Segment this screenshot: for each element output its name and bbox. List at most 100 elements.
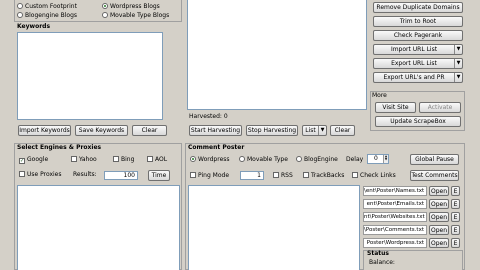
comments-file-path: \Poster\Comments.txt — [363, 225, 427, 235]
wordpress-file-path: Poster\Wordpress.txt — [363, 238, 427, 248]
checkmark-icon: ✓ — [19, 158, 25, 164]
checkbox-use-proxies[interactable]: Use Proxies — [19, 171, 62, 179]
radio-icon — [296, 156, 302, 162]
time-button[interactable]: Time — [148, 170, 170, 181]
checkbox-icon — [113, 156, 119, 162]
radio-icon — [102, 12, 108, 18]
yahoo-label: Yahoo — [79, 156, 97, 163]
open-comments-button[interactable]: Open — [429, 225, 449, 235]
edit-wordpress-button[interactable]: E — [451, 238, 460, 248]
rss-label: RSS — [281, 172, 293, 179]
update-scrapebox-button[interactable]: Update ScrapeBox — [375, 116, 461, 127]
radio-wordpress-blogs[interactable]: Wordpress Blogs — [102, 3, 160, 11]
save-keywords-button[interactable]: Save Keywords — [75, 125, 128, 136]
open-wordpress-button[interactable]: Open — [429, 238, 449, 248]
check-pagerank-button[interactable]: Check Pagerank — [373, 30, 463, 41]
edit-names-button[interactable]: E — [451, 186, 460, 196]
wordpress-label: Wordpress — [198, 156, 230, 163]
checkbox-icon — [352, 172, 358, 178]
checkbox-aol[interactable]: AOL — [147, 156, 167, 164]
radio-movable-type[interactable]: Movable Type — [239, 156, 288, 164]
ping-input[interactable]: 1 — [240, 171, 264, 180]
trim-to-root-button[interactable]: Trim to Root — [373, 16, 463, 27]
poster-output-list[interactable] — [188, 185, 360, 270]
trackbacks-label: TrackBacks — [311, 172, 345, 179]
balance-label: Balance: — [369, 259, 395, 266]
radio-icon — [190, 156, 196, 162]
checkbox-icon — [273, 172, 279, 178]
results-label: Results: — [73, 171, 97, 178]
list-label: List — [305, 127, 316, 134]
export-urls-pr-label: Export URL's and PR — [383, 74, 445, 81]
checkbox-google[interactable]: ✓ Google — [19, 156, 48, 164]
blogengine-label: BlogEngine — [304, 156, 338, 163]
google-label: Google — [27, 156, 49, 163]
dropdown-arrow-icon: ▼ — [454, 45, 462, 54]
status-label: Status — [367, 250, 389, 257]
radio-blogengine[interactable]: BlogEngine — [296, 156, 338, 164]
delay-spinner[interactable]: 0 ▲ ▼ — [367, 154, 389, 164]
keywords-textarea[interactable] — [17, 32, 163, 120]
test-comments-button[interactable]: Test Comments — [410, 170, 459, 181]
export-url-list-button[interactable]: ▼ Export URL List — [373, 58, 463, 69]
websites-file-path: nt\Poster\Websites.txt — [363, 212, 427, 222]
export-urls-pr-button[interactable]: ▼ Export URL's and PR — [373, 72, 463, 83]
checkbox-icon — [71, 156, 77, 162]
blogengine-blogs-label: Blogengine Blogs — [25, 12, 78, 19]
radio-movable-type-blogs[interactable]: Movable Type Blogs — [102, 12, 169, 20]
open-emails-button[interactable]: Open — [429, 199, 449, 209]
harvested-status: Harvested: 0 — [189, 113, 228, 121]
use-proxies-label: Use Proxies — [27, 171, 62, 178]
radio-blogengine-blogs[interactable]: Blogengine Blogs — [17, 12, 77, 20]
movable-type-blogs-label: Movable Type Blogs — [110, 12, 170, 19]
checkbox-icon — [303, 172, 309, 178]
dropdown-arrow-icon: ▼ — [318, 126, 326, 135]
checkbox-rss[interactable]: RSS — [273, 172, 293, 180]
edit-comments-button[interactable]: E — [451, 225, 460, 235]
keywords-label: Keywords — [17, 23, 51, 30]
remove-duplicate-domains-button[interactable]: Remove Duplicate Domains — [373, 2, 463, 13]
bing-label: Bing — [121, 156, 135, 163]
open-websites-button[interactable]: Open — [429, 212, 449, 222]
import-keywords-button[interactable]: Import Keywords — [18, 125, 71, 136]
radio-icon — [102, 3, 108, 9]
check-links-label: Check Links — [360, 172, 396, 179]
checkbox-trackbacks[interactable]: TrackBacks — [303, 172, 344, 180]
spinner-arrows-icon[interactable]: ▲ ▼ — [383, 155, 388, 163]
names-file-path: \ent\Poster\Names.txt — [363, 186, 427, 196]
radio-wordpress[interactable]: Wordpress — [190, 156, 230, 164]
results-input[interactable]: 100 — [104, 171, 138, 180]
dropdown-arrow-icon: ▼ — [454, 59, 462, 68]
harvested-count: 0 — [223, 113, 228, 120]
open-names-button[interactable]: Open — [429, 186, 449, 196]
edit-emails-button[interactable]: E — [451, 199, 460, 209]
checkbox-icon — [190, 172, 196, 178]
harvested-label: Harvested: — [189, 113, 222, 120]
delay-value: 0 — [374, 155, 378, 162]
radio-custom-footprint[interactable]: Custom Footprint — [17, 3, 77, 11]
start-harvesting-button[interactable]: Start Harvesting — [189, 125, 242, 136]
export-url-list-label: Export URL List — [391, 60, 437, 67]
global-pause-button[interactable]: Global Pause — [410, 154, 459, 165]
checkbox-ping-mode[interactable]: Ping Mode — [190, 172, 229, 180]
engines-title: Select Engines & Proxies — [17, 144, 102, 151]
checkbox-icon — [147, 156, 153, 162]
harvested-urls-list[interactable] — [187, 0, 367, 110]
radio-icon — [17, 12, 23, 18]
stop-harvesting-button[interactable]: Stop Harvesting — [246, 125, 298, 136]
edit-websites-button[interactable]: E — [451, 212, 460, 222]
activate-button: Activate — [419, 102, 461, 113]
movable-type-label: Movable Type — [247, 156, 288, 163]
list-dropdown-button[interactable]: ▼ List — [302, 125, 327, 136]
checkbox-bing[interactable]: Bing — [113, 156, 134, 164]
visit-site-button[interactable]: Visit Site — [375, 102, 416, 113]
clear-harvester-button[interactable]: Clear — [330, 125, 355, 136]
dropdown-arrow-icon: ▼ — [454, 73, 462, 82]
import-url-list-button[interactable]: ▼ Import URL List — [373, 44, 463, 55]
checkbox-yahoo[interactable]: Yahoo — [71, 156, 97, 164]
checkbox-check-links[interactable]: Check Links — [352, 172, 396, 180]
emails-file-path: ent\Poster\Emails.txt — [363, 199, 427, 209]
proxies-list[interactable] — [17, 185, 180, 270]
ping-mode-label: Ping Mode — [198, 172, 230, 179]
clear-keywords-button[interactable]: Clear — [132, 125, 167, 136]
